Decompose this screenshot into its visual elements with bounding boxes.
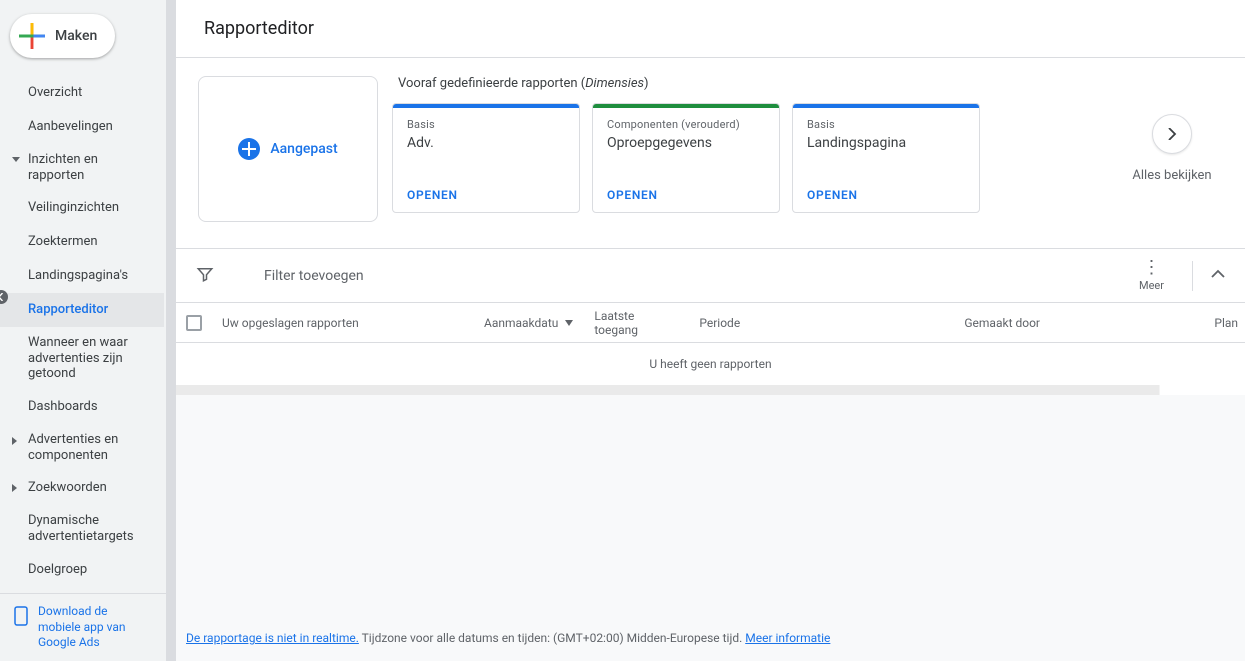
google-plus-icon xyxy=(19,23,45,49)
more-info-link[interactable]: Meer informatie xyxy=(745,631,830,645)
card-category: Componenten (verouderd) xyxy=(607,118,765,131)
predefined-report-card[interactable]: Basis Landingspagina OPENEN xyxy=(792,103,980,213)
nav-advertenties-en-componenten[interactable]: Advertenties en componenten xyxy=(0,424,164,471)
card-category: Basis xyxy=(807,118,965,131)
table-empty-message: U heeft geen rapporten xyxy=(176,343,1245,385)
table-header-row: Uw opgeslagen rapporten Aanmaakdatu Laat… xyxy=(176,303,1245,343)
nav-aanbevelingen[interactable]: Aanbevelingen xyxy=(0,110,164,144)
view-all-link[interactable]: Alles bekijken xyxy=(1132,168,1211,183)
create-button[interactable]: Maken xyxy=(10,14,115,58)
nav-dashboards[interactable]: Dashboards xyxy=(0,390,164,424)
create-button-label: Maken xyxy=(55,28,97,44)
card-category: Basis xyxy=(407,118,565,131)
download-mobile-app-link[interactable]: Download de mobiele app van Google Ads xyxy=(0,593,166,661)
more-menu-button[interactable]: ⋮ Meer xyxy=(1129,259,1174,292)
open-report-button[interactable]: OPENEN xyxy=(607,188,765,202)
nav-overzicht[interactable]: Overzicht xyxy=(0,76,164,110)
card-accent-bar xyxy=(793,104,979,108)
nav-wanneer-en-waar[interactable]: Wanneer en waar advertenties zijn getoon… xyxy=(0,327,164,390)
col-saved-reports[interactable]: Uw opgeslagen rapporten xyxy=(212,316,474,330)
sort-desc-icon xyxy=(564,316,574,330)
collapse-panel-button[interactable] xyxy=(1211,267,1225,285)
phone-icon xyxy=(14,606,28,630)
nav-veilinginzichten[interactable]: Veilinginzichten xyxy=(0,191,164,225)
card-title: Adv. xyxy=(407,135,565,151)
col-last-access[interactable]: Laatste toegang xyxy=(584,309,689,337)
page-title-bar: Rapporteditor xyxy=(176,0,1245,58)
card-title: Oproepgegevens xyxy=(607,135,765,151)
page-title: Rapporteditor xyxy=(204,18,1217,39)
sidebar: Maken Overzicht Aanbevelingen Inzichten … xyxy=(0,0,166,661)
sidebar-nav: Overzicht Aanbevelingen Inzichten en rap… xyxy=(0,76,166,593)
col-plan[interactable]: Plan xyxy=(1204,316,1245,330)
col-made-by[interactable]: Gemaakt door xyxy=(954,316,1204,330)
chevron-right-icon xyxy=(12,437,17,445)
main-content: Rapporteditor Aangepast Vooraf gedefinie… xyxy=(176,0,1245,661)
chevron-right-icon xyxy=(1166,128,1178,140)
predefined-report-card[interactable]: Basis Adv. OPENEN xyxy=(392,103,580,213)
reports-table: Uw opgeslagen rapporten Aanmaakdatu Laat… xyxy=(176,303,1245,386)
col-created-date[interactable]: Aanmaakdatu xyxy=(474,316,584,330)
predefined-reports-header: Vooraf gedefinieerde rapporten (Dimensie… xyxy=(392,76,1105,91)
card-accent-bar xyxy=(393,104,579,108)
chevron-up-icon xyxy=(1211,267,1225,281)
nav-dynamische-advertentietargets[interactable]: Dynamische advertentietargets xyxy=(0,505,164,552)
add-filter-button[interactable]: Filter toevoegen xyxy=(264,268,364,284)
nav-rapporteditor[interactable]: Rapporteditor xyxy=(0,293,164,327)
plus-icon xyxy=(238,138,260,160)
chevron-down-icon xyxy=(12,157,20,162)
open-report-button[interactable]: OPENEN xyxy=(407,188,565,202)
filter-icon[interactable] xyxy=(196,265,214,287)
report-cards-row: Aangepast Vooraf gedefinieerde rapporten… xyxy=(176,58,1245,248)
chevron-left-icon xyxy=(0,293,5,301)
divider xyxy=(1192,261,1193,291)
open-report-button[interactable]: OPENEN xyxy=(807,188,965,202)
nav-inzichten-en-rapporten[interactable]: Inzichten en rapporten xyxy=(0,144,164,191)
footer-note: De rapportage is niet in realtime. Tijdz… xyxy=(176,616,1245,661)
filter-bar: Filter toevoegen ⋮ Meer xyxy=(176,248,1245,303)
custom-report-card[interactable]: Aangepast xyxy=(198,76,378,222)
card-accent-bar xyxy=(593,104,779,108)
nav-zoektermen[interactable]: Zoektermen xyxy=(0,225,164,259)
next-cards-button[interactable] xyxy=(1152,114,1192,154)
chevron-right-icon xyxy=(12,484,17,492)
nav-landingspaginas[interactable]: Landingspagina's xyxy=(0,259,164,293)
predefined-report-card[interactable]: Componenten (verouderd) Oproepgegevens OPE… xyxy=(592,103,780,213)
sidebar-resize-handle[interactable] xyxy=(166,0,176,661)
nav-zoekwoorden[interactable]: Zoekwoorden xyxy=(0,471,164,505)
realtime-info-link[interactable]: De rapportage is niet in realtime. xyxy=(186,631,359,645)
more-vertical-icon: ⋮ xyxy=(1143,259,1161,277)
card-title: Landingspagina xyxy=(807,135,965,151)
col-period[interactable]: Periode xyxy=(689,316,954,330)
select-all-checkbox[interactable] xyxy=(176,315,212,331)
nav-doelgroep[interactable]: Doelgroep xyxy=(0,552,164,586)
horizontal-scrollbar[interactable] xyxy=(176,385,1245,395)
